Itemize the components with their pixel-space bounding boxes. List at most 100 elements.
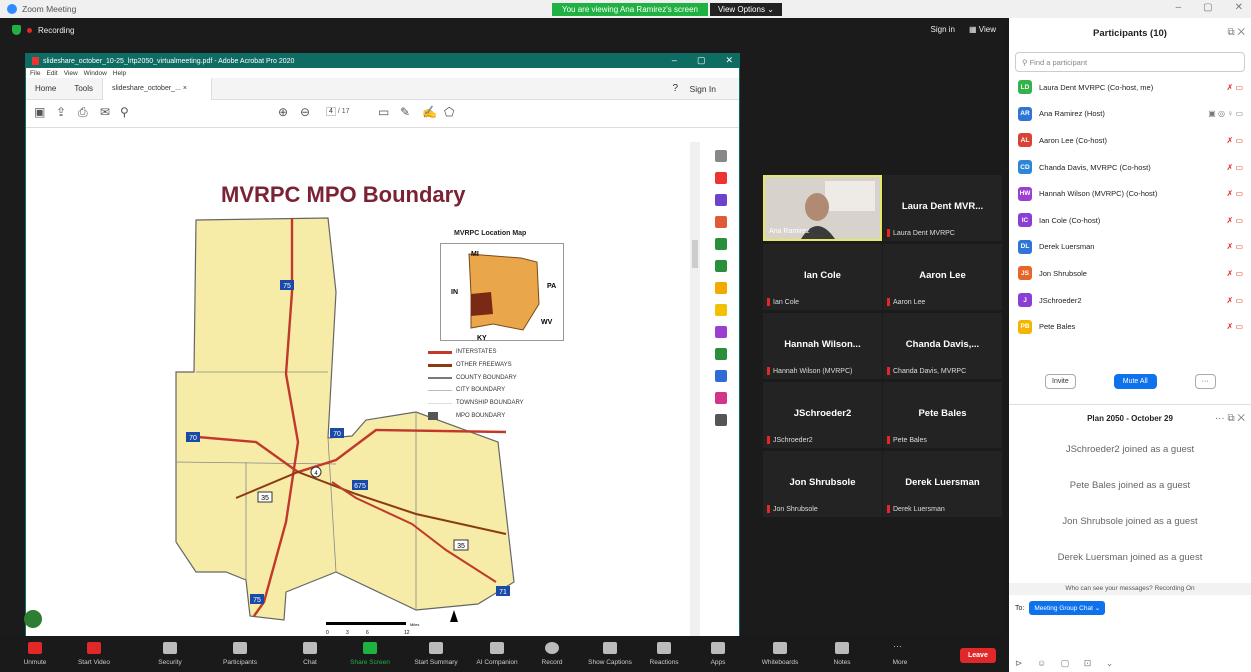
video-tile[interactable]: Derek Luersman Derek Luersman [883, 451, 1002, 517]
video-tile[interactable]: Pete Bales Pete Bales [883, 382, 1002, 448]
svg-text:IN: IN [451, 289, 458, 296]
invite-button[interactable]: Invite [1045, 374, 1076, 389]
search-input[interactable]: ⚲ Find a participant [1015, 52, 1245, 72]
view-button[interactable]: ▦ View [969, 25, 996, 34]
recipient-dropdown[interactable]: Meeting Group Chat ⌄ [1029, 601, 1106, 615]
create-pdf-icon [715, 194, 727, 206]
scan-icon [715, 348, 727, 360]
mute-all-button[interactable]: Mute All [1113, 374, 1157, 389]
participant-row[interactable]: DL Derek Luersman ✗ ▭ [1009, 234, 1251, 261]
annotate-pen-icon[interactable] [24, 610, 42, 628]
recording-label: Recording [38, 25, 75, 35]
send-icon [715, 392, 727, 404]
participant-row[interactable]: CD Chanda Davis, MVRPC (Co-host) ✗ ▭ [1009, 154, 1251, 181]
view-options-button[interactable]: View Options ⌄ [709, 3, 782, 16]
video-tile[interactable]: Hannah Wilson... Hannah Wilson (MVRPC) [763, 313, 882, 379]
sign-icon: ✍ [422, 105, 437, 119]
notes-button[interactable]: Notes [822, 636, 862, 672]
close-button[interactable]: ✕ [1235, 2, 1243, 13]
video-tile[interactable]: Aaron Lee Aaron Lee [883, 244, 1002, 310]
legend-item: TOWNSHIP BOUNDARY [428, 397, 524, 410]
share-screen-button[interactable]: Share Screen [342, 636, 398, 672]
reactions-button[interactable]: Reactions [640, 636, 688, 672]
pdf-page: MVRPC MPO Boundary 75 70 70 675 35 35 4 … [36, 142, 698, 650]
legend-item: OTHER FREEWAYS [428, 359, 524, 372]
page-up-icon: ⊕ [278, 105, 289, 119]
video-tile[interactable]: Laura Dent MVR... Laura Dent MVRPC [883, 175, 1002, 241]
participant-row[interactable]: HW Hannah Wilson (MVRPC) (Co-host) ✗ ▭ [1009, 180, 1251, 207]
unmute-button[interactable]: Unmute [12, 636, 58, 672]
participant-row[interactable]: IC Ian Cole (Co-host) ✗ ▭ [1009, 207, 1251, 234]
menu-view: View [63, 69, 78, 77]
participant-row[interactable]: AR Ana Ramirez (Host) ▣ ◎ ♀ ▭ [1009, 101, 1251, 128]
popout-close-icons[interactable]: ⧉ ✕ [1227, 27, 1245, 38]
north-arrow-icon [450, 610, 458, 622]
muted-video-icons: ✗ ▭ [1226, 82, 1243, 92]
page-down-icon: ⊖ [300, 105, 311, 119]
video-tile[interactable]: Chanda Davis,... Chanda Davis, MVRPC [883, 313, 1002, 379]
participant-row[interactable]: JS Jon Shrubsole ✗ ▭ [1009, 260, 1251, 287]
participant-row[interactable]: PB Pete Bales ✗ ▭ [1009, 313, 1251, 340]
chat-message: Derek Luersman joined as a guest [1057, 552, 1203, 563]
show-captions-button[interactable]: Show Captions [580, 636, 640, 672]
legend-item: COUNTY BOUNDARY [428, 372, 524, 385]
video-tile[interactable]: JSchroeder2 JSchroeder2 [763, 382, 882, 448]
more-button[interactable]: ··· More [880, 636, 920, 672]
print-icon: ⎙ [78, 105, 88, 119]
svg-text:WV: WV [541, 319, 553, 326]
security-button[interactable]: Security [146, 636, 194, 672]
location-map: MI PA IN WV KY [440, 243, 564, 342]
maximize-button[interactable]: ▢ [1203, 2, 1212, 13]
muted-mic-icon [767, 367, 770, 375]
screen-share-banner: You are viewing Ana Ramirez's screen Vie… [552, 3, 782, 16]
legend-item: INTERSTATES [428, 346, 524, 359]
chat-compose-icons[interactable]: ⊳ ☺ ▢ ⊡ ⌄ [1015, 658, 1119, 669]
mail-icon: ✉ [100, 105, 111, 119]
security-shield-icon [12, 25, 21, 35]
menu-help: Help [112, 69, 127, 77]
start-video-button[interactable]: Start Video [68, 636, 120, 672]
comment-icon: ▭ [378, 105, 390, 119]
ai-companion-button[interactable]: AI Companion [468, 636, 526, 672]
window-title: Zoom Meeting [22, 4, 77, 14]
protect-icon [715, 370, 727, 382]
muted-mic-icon [767, 505, 770, 513]
zoom-logo-icon [7, 4, 17, 14]
video-tile-self[interactable]: Ana Ramirez [763, 175, 882, 241]
video-tile[interactable]: Ian Cole Ian Cole [763, 244, 882, 310]
participant-row[interactable]: J JSchroeder2 ✗ ▭ [1009, 287, 1251, 314]
menu-file: File [30, 69, 41, 77]
svg-text:75: 75 [283, 283, 291, 290]
tab-document: slideshare_october_... × [102, 77, 213, 100]
pdf-scrollbar [690, 142, 700, 650]
apps-button[interactable]: Apps [700, 636, 736, 672]
video-tile[interactable]: Jon Shrubsole Jon Shrubsole [763, 451, 882, 517]
svg-text:PA: PA [547, 283, 556, 290]
acrobat-menubar: File Edit View Window Help [26, 68, 739, 78]
participant-row[interactable]: AL Aaron Lee (Co-host) ✗ ▭ [1009, 127, 1251, 154]
more-options-button[interactable]: ··· [1194, 374, 1216, 389]
chat-header-icons[interactable]: ··· ⧉ ✕ [1215, 413, 1245, 424]
participants-button[interactable]: Participants [212, 636, 268, 672]
chat-button[interactable]: Chat [290, 636, 330, 672]
leave-button[interactable]: Leave [960, 648, 996, 663]
svg-text:70: 70 [189, 435, 197, 442]
minimize-button[interactable]: – [1176, 2, 1182, 13]
zoom-icon [715, 150, 727, 162]
acrobat-maximize-icon: ▢ [696, 55, 706, 65]
svg-text:Miles: Miles [410, 622, 419, 627]
sign-in-link[interactable]: Sign in [931, 25, 955, 34]
muted-mic-icon [887, 367, 890, 375]
whiteboards-button[interactable]: Whiteboards [750, 636, 810, 672]
start-summary-button[interactable]: Start Summary [404, 636, 468, 672]
chat-message: Pete Bales joined as a guest [1069, 480, 1191, 491]
svg-text:KY: KY [477, 335, 487, 342]
participants-panel: Participants (10) ⧉ ✕ ⚲ Find a participa… [1009, 18, 1251, 672]
chat-message: JSchroeder2 joined as a guest [1065, 444, 1195, 455]
chat-visibility-notice[interactable]: Who can see your messages? Recording On [1009, 583, 1251, 595]
participant-row[interactable]: LD Laura Dent MVRPC (Co-host, me) ✗ ▭ [1009, 74, 1251, 101]
chat-message: Jon Shrubsole joined as a guest [1062, 516, 1198, 527]
chat-recipient: To: Meeting Group Chat ⌄ [1015, 601, 1106, 615]
record-button[interactable]: Record [532, 636, 572, 672]
menu-edit: Edit [46, 69, 58, 77]
